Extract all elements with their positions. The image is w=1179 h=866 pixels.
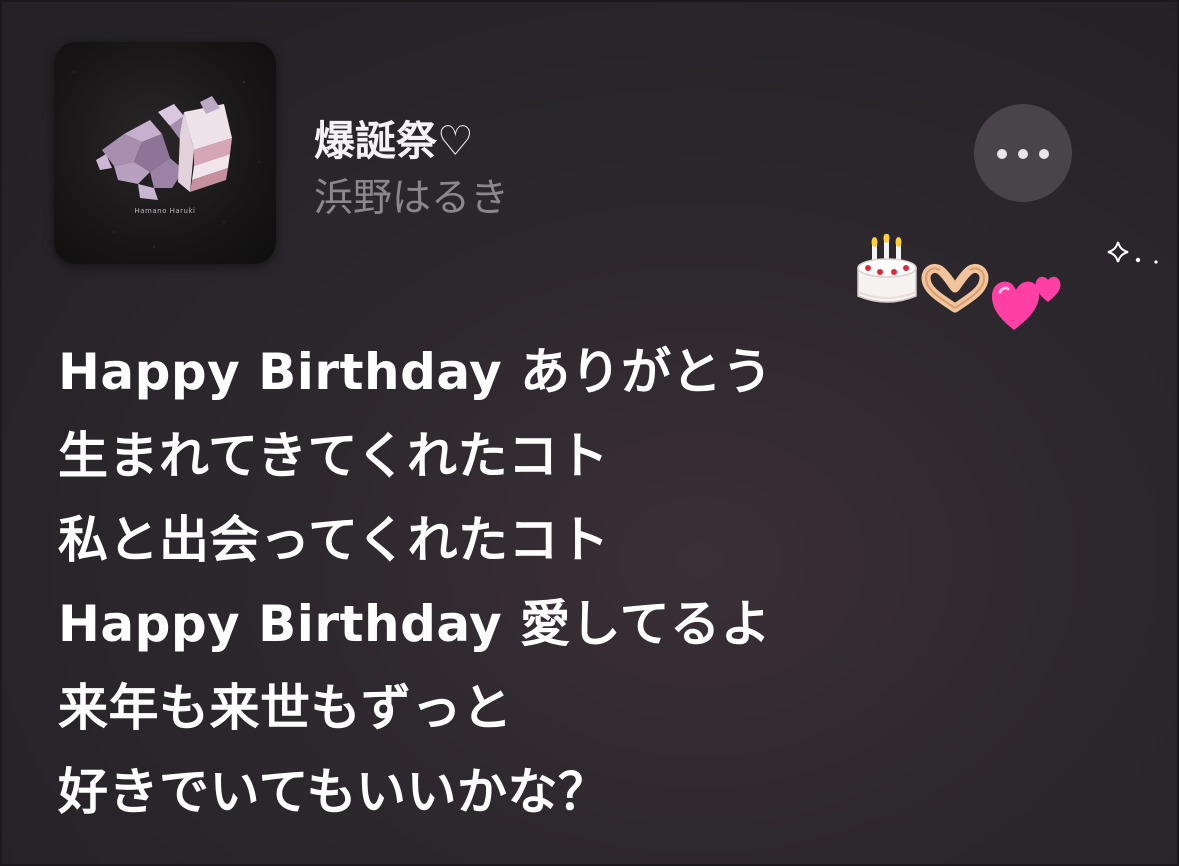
lyric-line[interactable]: 私と出会ってくれたコト (58, 498, 918, 582)
heart-hands-icon (921, 263, 989, 313)
album-cover-caption: Hamano Haruki (134, 207, 196, 215)
lyric-line[interactable]: Happy Birthday ありがとう (58, 330, 918, 414)
album-artwork[interactable]: Hamano Haruki (54, 42, 276, 264)
birthday-cake-icon (857, 234, 917, 303)
sparkle-icon (1107, 241, 1158, 264)
lyric-line[interactable]: 生まれてきてくれたコト (58, 414, 918, 498)
two-hearts-icon (992, 276, 1061, 330)
artist-name[interactable]: 浜野はるき (314, 167, 509, 223)
more-options-button[interactable] (974, 104, 1072, 202)
lyrics-list: Happy Birthday ありがとう 生まれてきてくれたコト 私と出会ってく… (58, 330, 918, 834)
song-title: 爆誕祭♡ (314, 117, 474, 165)
lyric-line[interactable]: Happy Birthday 愛してるよ (58, 582, 918, 666)
cake-artwork-image (73, 61, 260, 248)
lyric-line[interactable]: 来年も来世もずっと (58, 666, 918, 750)
lyric-line[interactable]: 好きでいてもいいかな？ (58, 750, 918, 834)
